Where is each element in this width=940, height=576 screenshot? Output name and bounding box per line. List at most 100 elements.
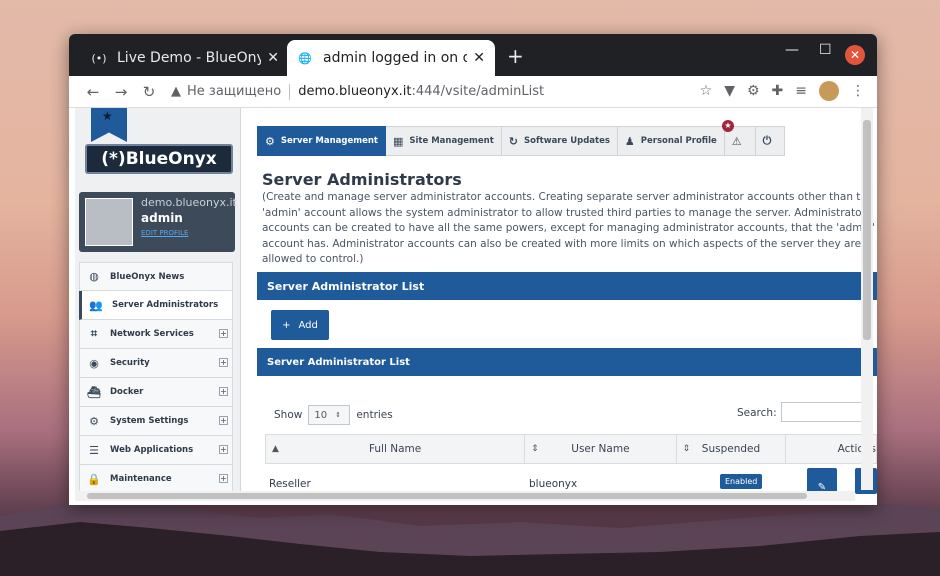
column-user-name[interactable]: ⇕ User Name [525,435,677,463]
sidebar-item-security[interactable]: ◉ Security + [79,349,233,378]
eye-icon: ◉ [89,356,99,370]
sidebar-item-network-services[interactable]: ⌗ Network Services + [79,320,233,349]
maximize-icon[interactable]: ☐ [819,42,832,58]
media-icon[interactable]: ≡ [795,83,807,99]
users-icon: 👥 [89,298,103,312]
show-label: Show [274,409,303,421]
table-header: ▲ Full Name ⇕ User Name ⇕ Suspended Acti… [265,434,877,464]
list-subheader: Server Administrator List [257,348,877,376]
new-tab-button[interactable]: + [507,44,524,68]
expand-icon[interactable]: + [219,387,228,396]
expand-icon[interactable]: + [219,329,228,338]
tab-logout[interactable]: ⏻ [755,126,786,156]
sidebar-nav: ◍ BlueOnyx News 👥 Server Administrators … [79,262,233,494]
profile-avatar-icon[interactable] [819,81,839,101]
sort-asc-icon: ▲ [272,444,279,454]
address-bar[interactable]: ▲ Не защищено demo.blueonyx.it:444/vsite… [171,79,691,105]
close-tab-icon[interactable]: ✕ [473,50,485,66]
horizontal-scrollbar[interactable] [75,491,855,501]
list-title: Server Administrator List [267,356,410,368]
tab-strip: (•) Live Demo - BlueOnyx ✕ 🌐 admin logge… [69,34,877,76]
sidebar-item-maintenance[interactable]: 🔒 Maintenance + [79,465,233,494]
sidebar-item-label: Docker [110,387,144,397]
url-path: :444/vsite/adminList [411,84,545,99]
cell-user-name: blueonyx [529,478,578,490]
sidebar-item-docker[interactable]: ⛴ Docker + [79,378,233,407]
tab-title: admin logged in on dem [323,50,468,66]
menu-icon[interactable]: ⋮ [851,83,865,99]
toolbar-icons: ☆ ▼ ⚙ ✚ ≡ ⋮ [700,81,865,101]
minimize-icon[interactable]: — [785,42,799,58]
tab-personal-profile[interactable]: ♟ Personal Profile [617,126,725,156]
globe-favicon-icon: 🌐 [298,51,312,65]
top-nav: ⚙ Server Management ▦ Site Management ↻ … [257,126,786,156]
reload-icon[interactable]: ↻ [135,83,163,101]
back-icon[interactable]: ← [79,83,107,101]
bookmark-star-icon[interactable]: ☆ [700,83,713,99]
user-card: demo.blueonyx.it admin EDIT PROFILE [79,192,237,252]
sidebar-item-server-administrators[interactable]: 👥 Server Administrators [79,291,233,320]
entries-label: entries [356,409,393,421]
status-badge: Enabled [720,474,763,489]
chevron-updown-icon: ⇕ [335,411,341,419]
entries-select[interactable]: 10 ⇕ [308,405,351,425]
sort-icon: ⇕ [682,444,691,454]
sort-icon: ⇕ [531,444,539,454]
tab-label: Personal Profile [640,136,717,146]
blueonyx-logo: (*)BlueOnyx [85,144,233,174]
extension-gear-icon[interactable]: ⚙ [747,83,760,99]
warning-icon: ⚠ [731,134,742,148]
sidebar: ★ (*)BlueOnyx demo.blueonyx.it admin EDI… [75,108,241,498]
browser-window: (•) Live Demo - BlueOnyx ✕ 🌐 admin logge… [69,34,877,505]
sidebar-item-label: Web Applications [110,445,194,455]
user-icon: ♟ [624,134,635,148]
tab-admin[interactable]: 🌐 admin logged in on dem ✕ [287,40,495,76]
sidebar-item-label: Network Services [110,329,194,339]
plus-icon: + [282,319,291,331]
panel-title: Server Administrator List [267,279,425,293]
browser-toolbar: ← → ↻ ▲ Не защищено demo.blueonyx.it:444… [69,76,877,108]
panel-header: Server Administrator List [257,272,877,300]
add-label: Add [298,319,318,331]
globe-icon: ◍ [89,270,99,283]
tab-site-management[interactable]: ▦ Site Management [385,126,502,156]
column-suspended[interactable]: ⇕ Suspended [677,435,787,463]
ribbon-icon: ★ [91,108,127,142]
vertical-scrollbar[interactable] [861,108,873,490]
address-separator [289,83,291,100]
logout-icon: ⏻ [762,134,772,147]
edit-profile-link[interactable]: EDIT PROFILE [141,229,188,237]
sidebar-item-blueonyx-news[interactable]: ◍ BlueOnyx News [79,262,233,291]
page-title: Server Administrators [262,170,462,189]
column-full-name[interactable]: ▲ Full Name [266,435,526,463]
page-description: (Create and manage server administrator … [262,191,875,265]
sidebar-item-label: Maintenance [110,474,172,484]
entries-value: 10 [314,409,328,421]
user-host: demo.blueonyx.it [141,196,237,209]
main-content: ⚙ Server Management ▦ Site Management ↻ … [257,108,877,505]
security-label: Не защищено [187,84,282,99]
sidebar-item-system-settings[interactable]: ⚙ System Settings + [79,407,233,436]
sidebar-item-web-applications[interactable]: ☰ Web Applications + [79,436,233,465]
tab-label: Site Management [409,136,494,146]
forward-icon[interactable]: → [107,83,135,101]
tab-server-management[interactable]: ⚙ Server Management [257,126,386,156]
tab-live-demo[interactable]: (•) Live Demo - BlueOnyx ✕ [81,40,289,76]
sidebar-item-label: Security [110,358,150,368]
expand-icon[interactable]: + [219,474,228,483]
close-tab-icon[interactable]: ✕ [267,50,279,66]
url-host: demo.blueonyx.it [298,84,412,99]
sidebar-item-label: System Settings [110,416,189,426]
search-input[interactable] [781,402,871,422]
close-window-icon[interactable]: ✕ [845,45,865,65]
expand-icon[interactable]: + [219,416,228,425]
extension-v-icon[interactable]: ▼ [724,83,735,99]
tab-title: Live Demo - BlueOnyx [117,50,262,66]
server-icon: ☰ [89,443,99,457]
tab-software-updates[interactable]: ↻ Software Updates [501,126,618,156]
expand-icon[interactable]: + [219,445,228,454]
expand-icon[interactable]: + [219,358,228,367]
extensions-icon[interactable]: ✚ [772,83,784,99]
add-button[interactable]: + Add [271,310,329,340]
cell-full-name: Reseller [269,478,311,490]
